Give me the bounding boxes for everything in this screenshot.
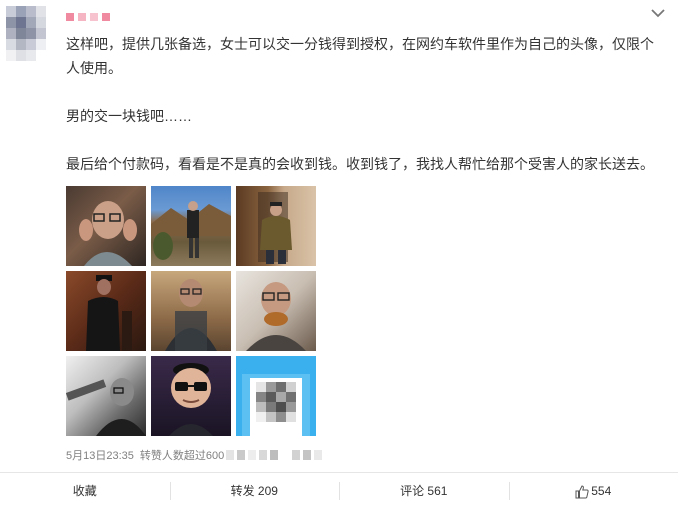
photo-5[interactable] xyxy=(151,271,231,351)
repost-button[interactable]: 转发 209 xyxy=(170,473,340,509)
author-name[interactable] xyxy=(66,13,110,21)
post-paragraph: 男的交一块钱吧…… xyxy=(66,104,666,128)
image-grid xyxy=(66,186,316,436)
chevron-down-icon[interactable] xyxy=(650,6,666,20)
favorite-label: 收藏 xyxy=(73,484,97,498)
photo-3[interactable] xyxy=(236,186,316,266)
photo-1[interactable] xyxy=(66,186,146,266)
comment-button[interactable]: 评论 561 xyxy=(339,473,509,509)
photo-4[interactable] xyxy=(66,271,146,351)
post-meta: 5月13日23:35 转赞人数超过600 xyxy=(66,447,322,463)
favorite-button[interactable]: 收藏 xyxy=(0,473,170,509)
repost-label: 转发 209 xyxy=(231,484,278,498)
photo-8[interactable] xyxy=(151,356,231,436)
photo-2[interactable] xyxy=(151,186,231,266)
author-avatar[interactable] xyxy=(6,6,46,62)
payment-code-image[interactable] xyxy=(236,356,316,436)
repost-count-text: 转赞人数超过600 xyxy=(140,447,224,463)
thumbs-up-icon xyxy=(575,485,589,499)
like-button[interactable]: 554 xyxy=(509,473,678,509)
post-date[interactable]: 5月13日23:35 xyxy=(66,447,134,463)
comment-label: 评论 561 xyxy=(400,484,447,498)
like-count: 554 xyxy=(591,484,611,498)
post-paragraph: 最后给个付款码，看看是不是真的会收到钱。收到钱了，我找人帮忙给那个受害人的家长送… xyxy=(66,152,666,176)
photo-6[interactable] xyxy=(236,271,316,351)
blurred-source xyxy=(226,450,322,460)
action-bar: 收藏 转发 209 评论 561 554 xyxy=(0,472,678,509)
post-paragraph: 这样吧，提供几张备选，女士可以交一分钱得到授权，在网约车软件里作为自己的头像，仅… xyxy=(66,32,666,80)
post-body: 这样吧，提供几张备选，女士可以交一分钱得到授权，在网约车软件里作为自己的头像，仅… xyxy=(66,32,666,176)
photo-7[interactable] xyxy=(66,356,146,436)
